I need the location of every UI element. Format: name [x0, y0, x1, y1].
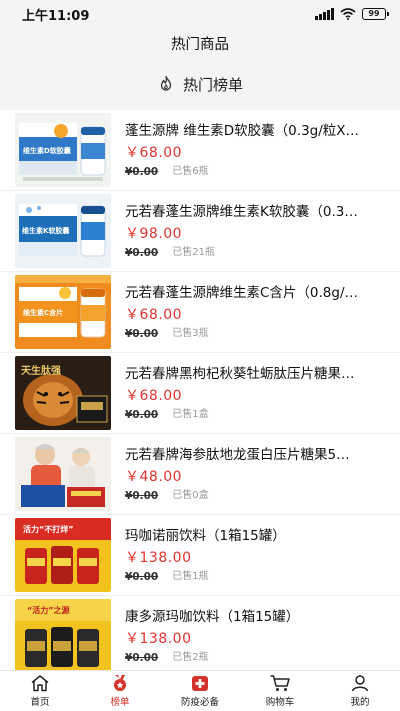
- tab-profile[interactable]: 我的: [320, 671, 400, 711]
- home-icon: [31, 675, 49, 692]
- wifi-icon: [340, 8, 356, 20]
- product-name: 元若春牌海参肽地龙蛋白压片糖果5…: [125, 446, 350, 463]
- signal-icon: [315, 8, 334, 20]
- tab-home[interactable]: 首页: [0, 671, 80, 711]
- sold-count: 已售1盒: [172, 408, 209, 420]
- product-image: 维生素C含片: [15, 275, 111, 349]
- product-name: 元若春蓬生源牌维生素C含片（0.8g/…: [125, 284, 359, 301]
- product-price: ￥138.00: [125, 549, 192, 566]
- page-title: 热门商品: [0, 28, 400, 58]
- flame-icon: [160, 75, 172, 91]
- product-name: 蓬生源牌 维生素D软胶囊（0.3g/粒X…: [125, 122, 360, 139]
- original-price: ¥0.00: [125, 408, 159, 421]
- svg-text:维生素C含片: 维生素C含片: [23, 308, 63, 317]
- status-bar: 上午11:09 99: [0, 0, 400, 28]
- sold-count: 已售21瓶: [172, 246, 215, 258]
- product-item[interactable]: 天生肽强 元若春牌黑枸杞秋葵牡蛎肽压片糖果… ￥68.00 ¥0.00 已售1盒: [0, 353, 400, 434]
- product-name: 玛咖诺丽饮料（1箱15罐）: [125, 527, 286, 544]
- product-price: ￥68.00: [125, 144, 183, 161]
- original-price: ¥0.00: [125, 489, 159, 502]
- svg-text:天生肽强: 天生肽强: [21, 364, 61, 377]
- svg-text:维生素K软胶囊: 维生素K软胶囊: [22, 226, 70, 235]
- product-item[interactable]: 维生素C含片 元若春蓬生源牌维生素C含片（0.8g/… ￥68.00 ¥0.00…: [0, 272, 400, 353]
- product-image: “活力”之源: [15, 599, 111, 670]
- sold-count: 已售1瓶: [172, 570, 209, 582]
- battery-icon: 99: [362, 8, 389, 20]
- tab-label: 购物车: [265, 697, 295, 708]
- product-item[interactable]: 活力“不打烊” 玛咖诺丽饮料（1箱15罐） ￥138.00 ¥0.00 已售1瓶: [0, 515, 400, 596]
- product-image: 天生肽强: [15, 356, 111, 430]
- svg-text:“活力”之源: “活力”之源: [27, 605, 70, 615]
- sold-count: 已售3瓶: [172, 327, 209, 339]
- svg-text:活力“不打烊”: 活力“不打烊”: [23, 524, 74, 534]
- original-price: ¥0.00: [125, 327, 159, 340]
- tab-ranking[interactable]: 榜单: [80, 671, 160, 711]
- original-price: ¥0.00: [125, 570, 159, 583]
- tab-label: 我的: [350, 697, 370, 708]
- section-title: 热门榜单: [182, 75, 243, 94]
- product-list[interactable]: 维生素D软胶囊 蓬生源牌 维生素D软胶囊（0.3g/粒X… ￥68.00 ¥0.…: [0, 110, 400, 670]
- product-item[interactable]: “活力”之源 康多源玛咖饮料（1箱15罐） ￥138.00 ¥0.00 已售2瓶: [0, 596, 400, 670]
- product-image: 维生素D软胶囊: [15, 113, 111, 187]
- medical-kit-icon: [192, 676, 208, 691]
- tab-label: 防疫必备: [180, 697, 219, 708]
- tab-cart[interactable]: 购物车: [240, 671, 320, 711]
- original-price: ¥0.00: [125, 651, 159, 664]
- sold-count: 已售2瓶: [172, 651, 209, 663]
- tab-label: 首页: [30, 697, 50, 708]
- product-image: 活力“不打烊”: [15, 518, 111, 592]
- user-icon: [351, 675, 369, 692]
- product-name: 元若春蓬生源牌维生素K软胶囊（0.3…: [125, 203, 358, 220]
- status-icons: 99: [315, 8, 389, 20]
- tab-label: 榜单: [110, 697, 130, 708]
- product-item[interactable]: 元若春牌海参肽地龙蛋白压片糖果5… ￥48.00 ¥0.00 已售0盒: [0, 434, 400, 515]
- product-price: ￥48.00: [125, 468, 183, 485]
- svg-text:维生素D软胶囊: 维生素D软胶囊: [23, 146, 72, 155]
- product-image: [15, 437, 111, 511]
- sold-count: 已售6瓶: [172, 165, 209, 177]
- original-price: ¥0.00: [125, 165, 159, 178]
- cart-icon: [270, 675, 290, 691]
- tab-epidemic[interactable]: 防疫必备: [160, 671, 240, 711]
- product-name: 康多源玛咖饮料（1箱15罐）: [125, 608, 300, 625]
- product-price: ￥68.00: [125, 387, 183, 404]
- sold-count: 已售0盒: [172, 489, 209, 501]
- product-price: ￥98.00: [125, 225, 183, 242]
- product-name: 元若春牌黑枸杞秋葵牡蛎肽压片糖果…: [125, 365, 355, 382]
- original-price: ¥0.00: [125, 246, 159, 259]
- product-image: 维生素K软胶囊: [15, 194, 111, 268]
- product-price: ￥68.00: [125, 306, 183, 323]
- product-price: ￥138.00: [125, 630, 192, 647]
- status-time: 上午11:09: [22, 8, 90, 24]
- bottom-tab-bar: 首页 榜单 防疫必备 购物车 我的: [0, 670, 400, 711]
- product-item[interactable]: 维生素K软胶囊 元若春蓬生源牌维生素K软胶囊（0.3… ￥98.00 ¥0.00…: [0, 191, 400, 272]
- product-item[interactable]: 维生素D软胶囊 蓬生源牌 维生素D软胶囊（0.3g/粒X… ￥68.00 ¥0.…: [0, 110, 400, 191]
- medal-icon: [114, 675, 126, 691]
- section-header: 热门榜单: [0, 58, 400, 110]
